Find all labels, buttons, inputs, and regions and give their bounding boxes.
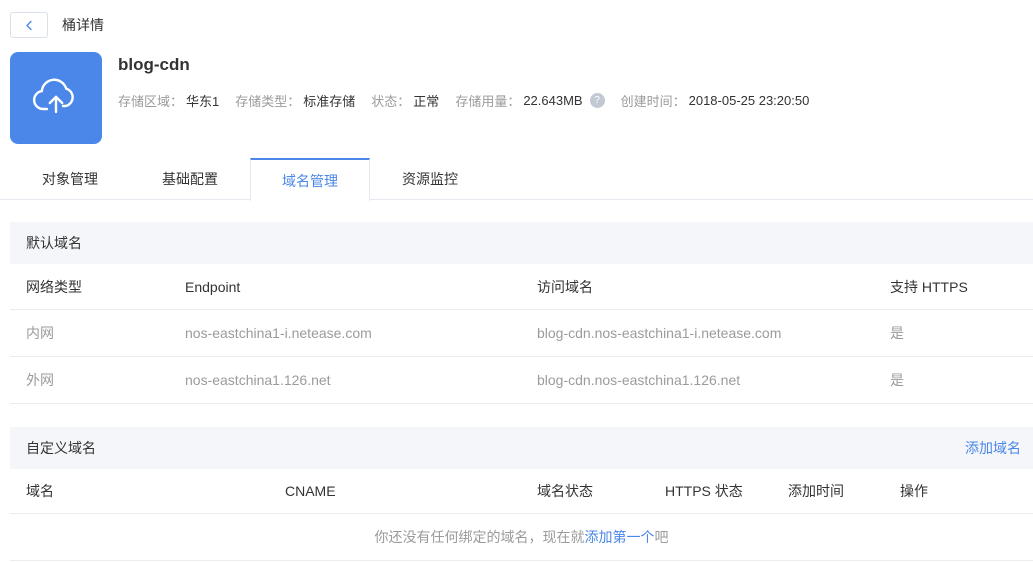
default-domains-table: 网络类型 Endpoint 访问域名 支持 HTTPS 内网 nos-eastc…	[10, 264, 1033, 404]
table-row: 内网 nos-eastchina1-i.netease.com blog-cdn…	[10, 310, 1033, 357]
custom-domains-title: 自定义域名	[26, 440, 96, 456]
back-button[interactable]	[10, 12, 48, 38]
usage-label: 存储用量：	[455, 94, 521, 109]
tab-resource-monitor[interactable]: 资源监控	[370, 158, 490, 200]
custom-domains-section-bar: 自定义域名 添加域名	[10, 427, 1033, 469]
cell-access-domain: blog-cdn.nos-eastchina1-i.netease.com	[537, 325, 782, 341]
empty-state: 你还没有任何绑定的域名，现在就 添加第一个吧	[10, 514, 1033, 561]
default-domains-section-bar: 默认域名	[10, 222, 1033, 264]
cell-network-type: 外网	[26, 372, 54, 388]
region-value: 华东1	[186, 94, 220, 109]
bucket-name: blog-cdn	[118, 55, 190, 74]
cell-https-support: 是	[890, 372, 904, 388]
cell-network-type: 内网	[26, 325, 54, 341]
page-title: 桶详情	[62, 17, 104, 33]
column-header-https-support: 支持 HTTPS	[890, 278, 968, 295]
tab-bar: 对象管理 基础配置 域名管理 资源监控	[0, 158, 1033, 201]
column-header-endpoint: Endpoint	[185, 278, 241, 295]
status-label: 状态：	[371, 94, 411, 109]
storage-type-value: 标准存储	[303, 94, 356, 109]
cell-endpoint: nos-eastchina1.126.net	[185, 372, 331, 388]
tab-content: 默认域名 网络类型 Endpoint 访问域名 支持 HTTPS 内网 nos-…	[10, 222, 1033, 561]
add-first-domain-link[interactable]: 添加第一个	[585, 527, 655, 547]
custom-domains-header-row: 域名 CNAME 域名状态 HTTPS 状态 添加时间 操作	[10, 469, 1033, 514]
storage-type-label: 存储类型：	[235, 94, 301, 109]
bucket-info-row: 存储区域： 华东1 存储类型： 标准存储 状态： 正常 存储用量： 22.643…	[118, 91, 809, 110]
cell-https-support: 是	[890, 325, 904, 341]
column-header-domain: 域名	[26, 483, 54, 499]
tab-object-management[interactable]: 对象管理	[10, 158, 130, 200]
column-header-cname: CNAME	[285, 483, 336, 499]
column-header-network-type: 网络类型	[26, 278, 82, 295]
region-label: 存储区域：	[118, 94, 184, 109]
empty-state-text-after: 吧	[654, 529, 669, 545]
cloud-upload-icon	[10, 52, 102, 144]
created-label: 创建时间：	[620, 94, 686, 109]
column-header-actions: 操作	[900, 483, 928, 499]
tab-basic-config[interactable]: 基础配置	[130, 158, 250, 200]
topbar: 桶详情	[0, 0, 1033, 38]
column-header-domain-status: 域名状态	[537, 483, 593, 499]
empty-state-text-before: 你还没有任何绑定的域名，现在就	[374, 529, 585, 545]
cell-access-domain: blog-cdn.nos-eastchina1.126.net	[537, 372, 741, 388]
custom-domains-table: 域名 CNAME 域名状态 HTTPS 状态 添加时间 操作 你还没有任何绑定的…	[10, 469, 1033, 561]
column-header-add-time: 添加时间	[788, 483, 844, 499]
status-value: 正常	[413, 94, 440, 109]
usage-value: 22.643MB	[523, 93, 583, 108]
column-header-https-status: HTTPS 状态	[665, 483, 743, 499]
table-row: 外网 nos-eastchina1.126.net blog-cdn.nos-e…	[10, 357, 1033, 404]
created-value: 2018-05-25 23:20:50	[688, 93, 810, 108]
cell-endpoint: nos-eastchina1-i.netease.com	[185, 325, 372, 341]
bucket-meta: blog-cdn 存储区域： 华东1 存储类型： 标准存储 状态： 正常 存储用…	[118, 52, 809, 144]
add-domain-link[interactable]: 添加域名	[965, 438, 1021, 458]
default-domains-title: 默认域名	[26, 235, 82, 251]
default-domains-header-row: 网络类型 Endpoint 访问域名 支持 HTTPS	[10, 264, 1033, 310]
bucket-header: blog-cdn 存储区域： 华东1 存储类型： 标准存储 状态： 正常 存储用…	[10, 52, 1023, 144]
column-header-access-domain: 访问域名	[537, 278, 593, 295]
chevron-left-icon	[24, 20, 35, 31]
tab-domain-management[interactable]: 域名管理	[250, 158, 370, 201]
question-circle-icon[interactable]: ?	[589, 93, 605, 108]
